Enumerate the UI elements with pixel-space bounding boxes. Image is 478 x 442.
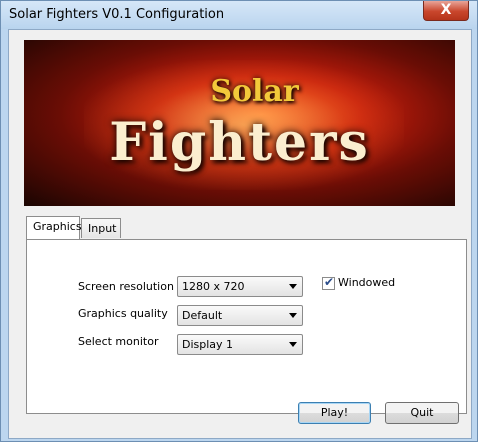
chevron-down-icon — [289, 342, 297, 347]
graphics-quality-value: Default — [182, 309, 223, 322]
close-icon: X — [440, 2, 452, 18]
select-monitor-label: Select monitor — [78, 335, 159, 348]
title-bar[interactable]: Solar Fighters V0.1 Configuration X — [1, 1, 477, 29]
select-monitor-select[interactable]: Display 1 — [177, 334, 303, 355]
logo-fighters: Fighters — [109, 112, 370, 173]
windowed-label[interactable]: Windowed — [338, 276, 395, 289]
select-monitor-value: Display 1 — [182, 338, 234, 351]
logo-solar: Solar — [210, 74, 299, 109]
windowed-checkbox[interactable]: ✔ — [322, 275, 335, 290]
quit-button[interactable]: Quit — [385, 402, 459, 424]
screen-resolution-label: Screen resolution — [78, 280, 174, 293]
close-button[interactable]: X — [423, 1, 469, 21]
screen-resolution-select[interactable]: 1280 x 720 — [177, 276, 303, 297]
config-window: Solar Fighters V0.1 Configuration X Sola… — [0, 0, 478, 442]
checkmark-icon: ✔ — [324, 275, 335, 289]
client-area: Solar Fighters Graphics Input Screen res… — [8, 29, 472, 439]
play-button[interactable]: Play! — [298, 402, 371, 424]
chevron-down-icon — [289, 284, 297, 289]
graphics-quality-label: Graphics quality — [78, 307, 168, 320]
tab-graphics[interactable]: Graphics — [26, 216, 82, 239]
screen-resolution-value: 1280 x 720 — [182, 280, 245, 293]
graphics-quality-select[interactable]: Default — [177, 305, 303, 326]
game-banner: Solar Fighters — [24, 40, 455, 206]
graphics-panel: Screen resolution 1280 x 720 ✔ Windowed … — [26, 239, 467, 414]
chevron-down-icon — [289, 313, 297, 318]
tab-input[interactable]: Input — [81, 218, 121, 238]
window-title: Solar Fighters V0.1 Configuration — [9, 7, 225, 22]
